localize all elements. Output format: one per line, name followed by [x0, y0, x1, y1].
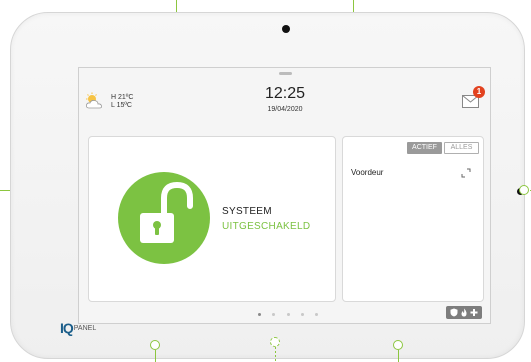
iq-panel-device: H 21ºC L 15ºC 12:25 19/04/2020 1 SYSTEEM… [10, 12, 525, 359]
callout-line [275, 347, 276, 362]
sensor-list-card: ACTIEF ALLES Voordeur [342, 136, 484, 302]
filter-all-tab[interactable]: ALLES [444, 142, 479, 154]
temperature-high: H 21ºC [111, 94, 134, 101]
unread-messages-badge: 1 [473, 86, 485, 98]
page-dot[interactable] [315, 312, 318, 316]
clock-time: 12:25 [264, 85, 306, 102]
callout-marker [150, 340, 160, 350]
status-label: SYSTEEM [222, 206, 272, 217]
filter-active-tab[interactable]: ACTIEF [407, 142, 442, 154]
callout-line [398, 350, 399, 362]
iq-panel-logo: IQ PANEL [60, 320, 97, 336]
page-dot[interactable] [272, 312, 276, 316]
door-open-icon [461, 168, 471, 178]
medical-cross-icon [470, 309, 478, 316]
camera-lens [282, 25, 290, 33]
partly-cloudy-icon [86, 92, 102, 109]
callout-marker [519, 185, 529, 195]
unlocked-padlock-icon [140, 181, 193, 243]
logo-text: PANEL [73, 324, 97, 332]
callout-line [155, 350, 156, 362]
page-dot[interactable] [286, 312, 290, 316]
fire-icon [461, 308, 467, 317]
page-dot[interactable] [258, 312, 261, 316]
temperature-low: L 15ºC [111, 102, 132, 109]
status-value: UITGESCHAKELD [222, 221, 311, 232]
callout-marker [393, 340, 403, 350]
emergency-button[interactable] [446, 306, 482, 319]
touch-screen: H 21ºC L 15ºC 12:25 19/04/2020 1 SYSTEEM… [78, 67, 491, 324]
system-status-card[interactable]: SYSTEEM UITGESCHAKELD [88, 136, 336, 302]
callout-marker [270, 337, 280, 347]
arm-status-button[interactable] [118, 172, 210, 264]
police-shield-icon [450, 308, 458, 317]
pull-down-handle[interactable] [279, 72, 292, 75]
clock-date: 19/04/2020 [267, 106, 303, 113]
page-indicator [258, 311, 318, 317]
sensor-item-name[interactable]: Voordeur [351, 168, 383, 177]
logo-mark: IQ [60, 320, 74, 336]
page-dot[interactable] [300, 312, 304, 316]
